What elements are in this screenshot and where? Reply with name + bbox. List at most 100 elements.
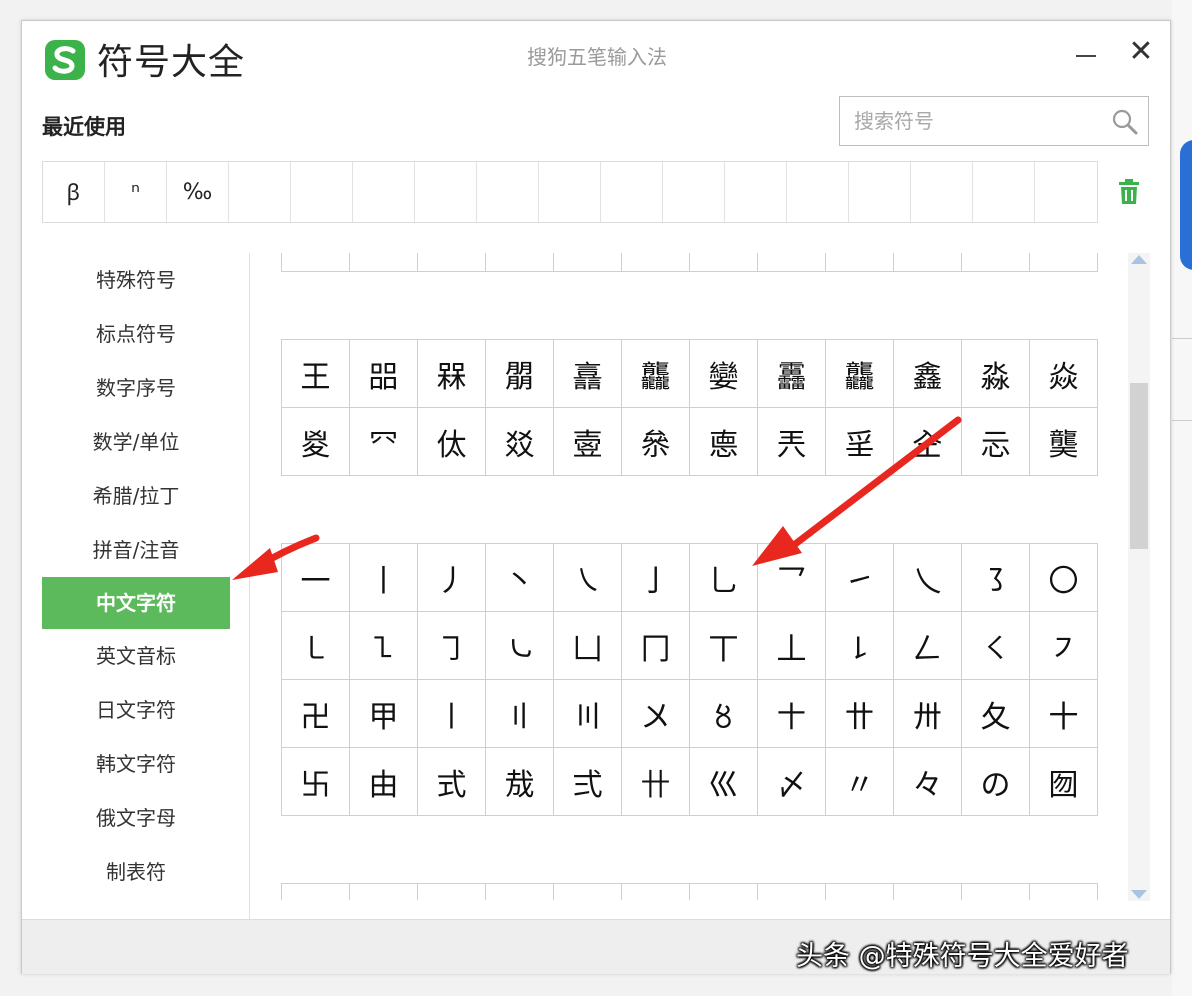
symbol-cell[interactable]: 式 xyxy=(418,748,486,816)
sidebar-item[interactable]: 标点符号 xyxy=(42,307,230,361)
symbol-cell[interactable]: 靐 xyxy=(758,340,826,408)
symbol-cell[interactable]: 㸚 xyxy=(486,408,554,476)
symbol-cell[interactable]: 兲 xyxy=(758,408,826,476)
symbol-cell[interactable]: 忈 xyxy=(962,408,1030,476)
recent-symbol-cell[interactable] xyxy=(601,162,663,222)
symbol-cell[interactable]: 〆 xyxy=(758,748,826,816)
recent-symbol-cell[interactable]: ⁿ xyxy=(105,162,167,222)
symbol-cell[interactable]: 乛 xyxy=(758,544,826,612)
symbol-cell[interactable]: 丄 xyxy=(758,612,826,680)
symbol-cell[interactable]: 龘 xyxy=(622,340,690,408)
symbol-cell[interactable]: 㒰 xyxy=(894,408,962,476)
recent-symbol-cell[interactable] xyxy=(973,162,1035,222)
close-button[interactable]: ✕ xyxy=(1126,37,1156,67)
symbol-cell[interactable]: 乚 xyxy=(690,544,758,612)
recent-symbol-cell[interactable] xyxy=(849,162,911,222)
symbol-cell[interactable]: ㇃ xyxy=(486,612,554,680)
symbol-cell[interactable]: 〡 xyxy=(418,680,486,748)
recent-symbol-cell[interactable] xyxy=(663,162,725,222)
trash-icon[interactable] xyxy=(1118,179,1140,205)
symbol-cell[interactable]: 卍 xyxy=(282,680,350,748)
symbol-cell[interactable]: 淼 xyxy=(962,340,1030,408)
symbol-cell[interactable]: 㓁 xyxy=(350,408,418,476)
symbol-cell[interactable]: 丶 xyxy=(486,544,554,612)
sidebar-item[interactable]: 韩文字符 xyxy=(42,737,230,791)
symbol-cell[interactable]: 〤 xyxy=(622,680,690,748)
symbol-cell[interactable]: 鑫 xyxy=(894,340,962,408)
symbol-cell[interactable]: 一 xyxy=(282,544,350,612)
minimize-button[interactable] xyxy=(1072,37,1102,67)
symbol-cell[interactable]: 朤 xyxy=(486,340,554,408)
sidebar-item[interactable]: 特殊符号 xyxy=(42,253,230,307)
recent-symbol-cell[interactable] xyxy=(415,162,477,222)
recent-symbol-cell[interactable] xyxy=(1035,162,1097,222)
symbol-cell[interactable]: 〣 xyxy=(554,680,622,748)
sidebar-item[interactable]: 英文音标 xyxy=(42,629,230,683)
sidebar-item[interactable]: 希腊/拉丁 xyxy=(42,469,230,523)
symbol-cell[interactable]: 冂 xyxy=(622,612,690,680)
recent-symbol-cell[interactable] xyxy=(787,162,849,222)
symbol-cell[interactable]: 㕘 xyxy=(622,408,690,476)
symbol-cell[interactable]: ㇇ xyxy=(1030,612,1098,680)
symbol-cell[interactable]: 龘 xyxy=(826,340,894,408)
symbol-cell[interactable]: 々 xyxy=(894,748,962,816)
symbol-cell[interactable]: 㗊 xyxy=(350,340,418,408)
recent-symbol-cell[interactable] xyxy=(353,162,415,222)
symbol-cell[interactable]: 〢 xyxy=(486,680,554,748)
symbol-cell[interactable]: 卄 xyxy=(622,748,690,816)
sidebar-item[interactable]: 数字序号 xyxy=(42,361,230,415)
recent-symbol-cell[interactable] xyxy=(291,162,353,222)
symbol-cell[interactable]: 焱 xyxy=(1030,340,1098,408)
symbol-cell[interactable]: 㦲 xyxy=(486,748,554,816)
symbol-cell[interactable]: 囫 xyxy=(1030,748,1098,816)
symbol-cell[interactable]: 𠃋 xyxy=(894,612,962,680)
symbol-cell[interactable]: ㇏ xyxy=(554,544,622,612)
symbol-cell[interactable]: ㇄ xyxy=(282,612,350,680)
symbol-cell[interactable]: 㚇 xyxy=(282,408,350,476)
sidebar-item[interactable]: 日文字符 xyxy=(42,683,230,737)
sidebar-item[interactable]: 制表符 xyxy=(42,845,230,899)
symbol-cell[interactable]: ㇌ xyxy=(962,544,1030,612)
search-input[interactable] xyxy=(840,97,1114,145)
symbol-cell[interactable]: 〸 xyxy=(758,680,826,748)
symbol-cell[interactable]: 亅 xyxy=(622,544,690,612)
scroll-up-arrow-icon[interactable] xyxy=(1131,255,1147,264)
symbol-cell[interactable]: 龑 xyxy=(1030,408,1098,476)
symbol-cell[interactable]: 巛 xyxy=(690,748,758,816)
symbol-cell[interactable]: 㥁 xyxy=(690,408,758,476)
recent-symbol-cell[interactable] xyxy=(539,162,601,222)
sidebar-item[interactable]: 数学/单位 xyxy=(42,415,230,469)
symbol-cell[interactable]: ㇛ xyxy=(962,612,1030,680)
symbol-cell[interactable]: 孌 xyxy=(690,340,758,408)
recent-symbol-cell[interactable]: ‰ xyxy=(167,162,229,222)
symbol-cell[interactable]: 丨 xyxy=(350,544,418,612)
symbol-cell[interactable]: 〥 xyxy=(690,680,758,748)
recent-symbol-cell[interactable]: ꞵ xyxy=(43,162,105,222)
symbol-cell[interactable]: 㑀 xyxy=(418,408,486,476)
symbol-cell[interactable]: 弍 xyxy=(554,748,622,816)
scrollbar-thumb[interactable] xyxy=(1130,383,1148,549)
symbol-cell[interactable]: の xyxy=(962,748,1030,816)
symbol-cell[interactable]: 凵 xyxy=(554,612,622,680)
recent-symbol-cell[interactable] xyxy=(911,162,973,222)
symbol-cell[interactable]: 乀 xyxy=(894,544,962,612)
symbol-cell[interactable]: 〺 xyxy=(894,680,962,748)
symbol-cell[interactable]: 〃 xyxy=(826,748,894,816)
symbol-cell[interactable]: 譶 xyxy=(554,340,622,408)
recent-symbol-cell[interactable] xyxy=(725,162,787,222)
symbol-cell[interactable]: 由 xyxy=(350,748,418,816)
symbol-cell[interactable]: 㚃 xyxy=(554,408,622,476)
symbol-cell[interactable]: 㸒 xyxy=(826,408,894,476)
symbol-cell[interactable]: 甲 xyxy=(350,680,418,748)
symbol-cell[interactable]: 〹 xyxy=(826,680,894,748)
symbol-cell[interactable]: ㇙ xyxy=(826,612,894,680)
symbol-cell[interactable]: ㇅ xyxy=(350,612,418,680)
search-icon[interactable] xyxy=(1112,109,1138,135)
symbol-cell[interactable]: 槑 xyxy=(418,340,486,408)
symbol-cell[interactable]: 丿 xyxy=(418,544,486,612)
sidebar-item[interactable]: 中文字符 xyxy=(42,577,230,629)
symbol-cell[interactable]: 十 xyxy=(1030,680,1098,748)
symbol-cell[interactable]: ㇀ xyxy=(826,544,894,612)
sidebar-item[interactable]: 俄文字母 xyxy=(42,791,230,845)
scrollbar[interactable] xyxy=(1128,253,1150,901)
